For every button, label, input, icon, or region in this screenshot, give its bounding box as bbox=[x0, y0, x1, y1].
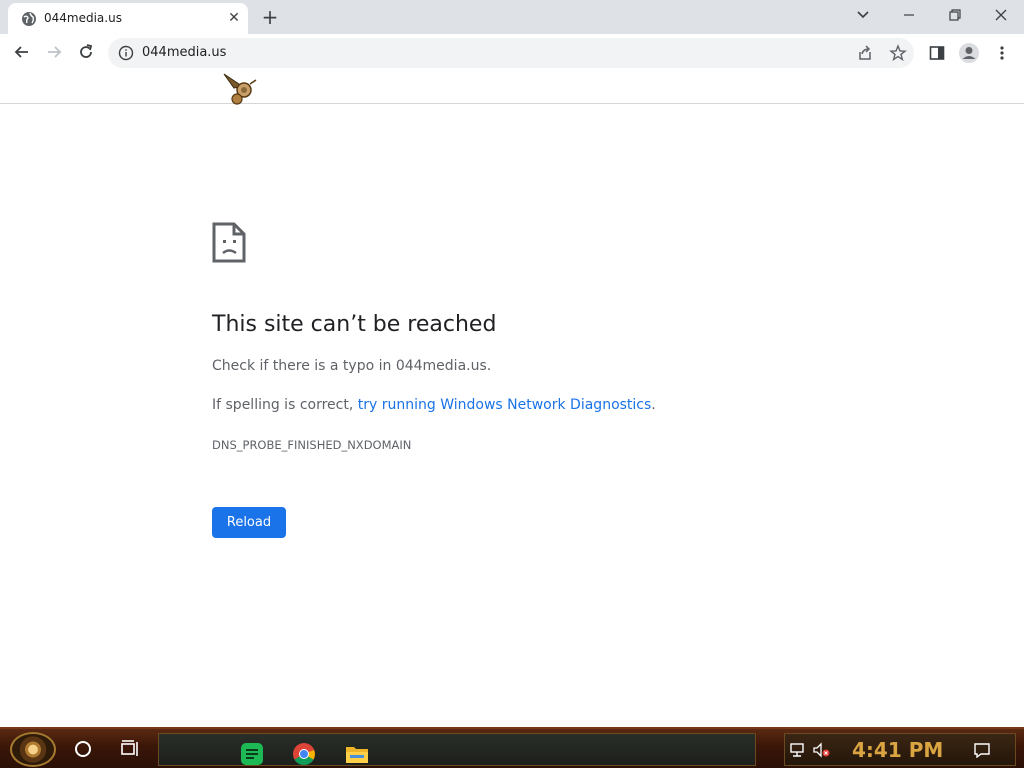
reload-button[interactable]: Reload bbox=[212, 507, 286, 538]
taskbar-apps-panel bbox=[158, 733, 756, 766]
chrome-icon[interactable] bbox=[292, 742, 316, 766]
share-icon[interactable] bbox=[856, 44, 874, 62]
info-icon[interactable] bbox=[118, 45, 134, 61]
url-text[interactable]: 044media.us bbox=[142, 45, 226, 60]
forward-button[interactable] bbox=[40, 38, 68, 66]
toolbar-divider bbox=[0, 103, 1024, 104]
browser-toolbar: 044media.us bbox=[0, 34, 1024, 72]
search-circle-icon[interactable] bbox=[75, 741, 91, 757]
side-panel-icon[interactable] bbox=[925, 41, 949, 65]
back-arrow-icon bbox=[14, 46, 28, 58]
system-tray: 4:41 PM bbox=[784, 733, 1016, 766]
diagnostics-prefix: If spelling is correct, bbox=[212, 397, 358, 413]
steampunk-cursor-icon bbox=[223, 73, 257, 105]
refresh-icon bbox=[80, 44, 93, 58]
kebab-menu-icon[interactable] bbox=[990, 41, 1014, 65]
network-diagnostics-link[interactable]: try running Windows Network Diagnostics bbox=[358, 397, 652, 413]
minimize-button[interactable] bbox=[895, 4, 923, 26]
taskbar: 4:41 PM bbox=[0, 727, 1024, 768]
close-window-button[interactable] bbox=[987, 4, 1015, 26]
address-bar[interactable]: 044media.us bbox=[108, 38, 914, 68]
spotify-icon[interactable] bbox=[240, 742, 264, 766]
tab-title: 044media.us bbox=[44, 11, 122, 25]
volume-muted-icon[interactable] bbox=[812, 742, 830, 758]
tab-strip: 044media.us ✕ + bbox=[0, 0, 1024, 34]
sad-page-icon bbox=[212, 222, 246, 263]
reload-toolbar-button[interactable] bbox=[72, 38, 100, 66]
network-icon[interactable] bbox=[789, 742, 807, 758]
new-tab-button[interactable]: + bbox=[259, 6, 281, 28]
back-button[interactable] bbox=[8, 38, 36, 66]
start-button[interactable] bbox=[10, 732, 56, 767]
bookmark-star-icon[interactable] bbox=[889, 44, 907, 62]
diagnostics-suffix: . bbox=[651, 397, 656, 413]
taskbar-clock[interactable]: 4:41 PM bbox=[852, 738, 943, 762]
error-code: DNS_PROBE_FINISHED_NXDOMAIN bbox=[212, 438, 412, 452]
forward-arrow-icon bbox=[48, 46, 62, 58]
restore-button[interactable] bbox=[941, 4, 969, 26]
typo-hint: Check if there is a typo in 044media.us. bbox=[212, 358, 492, 374]
action-center-icon[interactable] bbox=[973, 742, 991, 758]
tab-044media[interactable]: 044media.us ✕ bbox=[8, 3, 248, 34]
task-view-icon[interactable] bbox=[121, 740, 141, 758]
globe-icon bbox=[22, 12, 36, 26]
close-tab-icon[interactable]: ✕ bbox=[225, 9, 243, 27]
error-heading: This site can’t be reached bbox=[212, 312, 497, 337]
diagnostics-hint: If spelling is correct, try running Wind… bbox=[212, 397, 656, 413]
profile-avatar-icon[interactable] bbox=[957, 41, 981, 65]
tab-search-chevron-icon[interactable] bbox=[849, 4, 877, 26]
file-explorer-icon[interactable] bbox=[345, 742, 369, 766]
